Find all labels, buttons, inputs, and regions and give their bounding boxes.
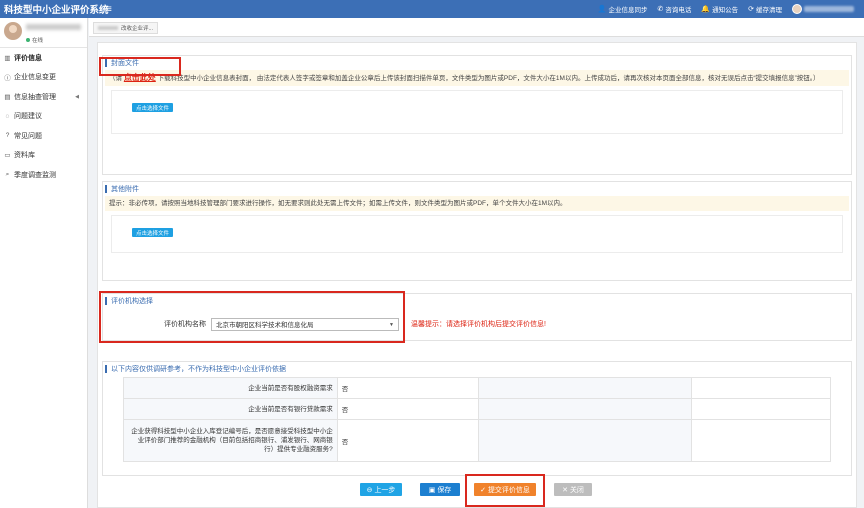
survey-question: 企业获得科技型中小企业入库登记编号后，是否愿意接受科技型中小企业评价部门推荐的金… [123, 419, 338, 462]
sidebar-item-label: 资料库 [14, 152, 35, 160]
clear-cache-button[interactable]: ⟳ 缓存清理 [748, 4, 782, 14]
refresh-icon: ⟳ [748, 6, 754, 13]
sidebar-item-suggestions[interactable]: ◌ 问题建议 [0, 107, 87, 127]
sidebar-item-label: 常见问题 [14, 132, 42, 140]
sidebar-item-label: 信息抽查管理 [14, 93, 56, 101]
sidebar-item-label: 企业信息变更 [14, 74, 56, 82]
info-icon: ⓘ [4, 75, 11, 83]
save-icon: ▣ [428, 486, 436, 494]
highlight-box [99, 291, 405, 343]
cover-upload-area: 点击选择文件 [111, 90, 843, 134]
section-title: 封面文件 [103, 56, 851, 70]
highlight-box [99, 57, 181, 76]
table-cell [477, 398, 693, 420]
user-status-label: 在线 [32, 38, 44, 44]
user-name-redacted [804, 6, 854, 12]
user-menu[interactable] [792, 4, 854, 14]
close-label: 关闭 [569, 486, 584, 494]
notice-label: 通知公告 [712, 7, 739, 14]
sidebar-item-evaluation-info[interactable]: ▥ 评价信息 [0, 48, 87, 68]
user-avatar [4, 22, 22, 40]
user-icon: 👤 [597, 6, 607, 13]
attachments-section: 其他附件 提示：非必传项，请按照当地科技管理部门要求进行操作，如无要求则此处无需… [102, 181, 852, 281]
main-panel: 封面文件 （请 点击此处 下载科技型中小企业信息表封面， 由法定代表人签字或签章… [97, 42, 857, 508]
survey-section: 以下内容仅供调研参考，不作为科技型中小企业评价依据 企业当前是否有股权融资需求 … [102, 361, 852, 476]
close-button[interactable]: ✕ 关闭 [554, 483, 592, 496]
notice-text: （请 [109, 75, 124, 82]
question-icon: ? [5, 132, 10, 140]
survey-answer: 否 [336, 419, 479, 462]
user-name-redacted [26, 24, 81, 30]
folder-icon: ▤ [4, 93, 11, 101]
table-row: 企业获得科技型中小企业入库登记编号后，是否愿意接受科技型中小企业评价部门推荐的金… [123, 419, 831, 462]
sync-company-button[interactable]: 👤 企业信息同步 [598, 4, 648, 14]
prev-step-button[interactable]: ⊖ 上一步 [360, 483, 402, 496]
top-bar: 科技型中小企业评价系统 ≡ 👤 企业信息同步 ✆ 咨询电话 🔔 通知公告 ⟳ 缓… [0, 0, 864, 18]
folder-open-icon: ▭ [4, 152, 11, 160]
attachments-notice: 提示：非必传项，请按照当地科技管理部门要求进行操作，如无要求则此处无需上传文件；… [105, 196, 849, 211]
tab-bar: 改收企业评... [89, 18, 864, 37]
close-icon: ✕ [562, 486, 568, 494]
survey-answer: 否 [336, 377, 479, 399]
avatar [792, 4, 802, 14]
cover-choose-file-button[interactable]: 点击选择文件 [132, 103, 174, 112]
save-button[interactable]: ▣ 保存 [420, 483, 460, 496]
survey-question: 企业当前是否有股权融资需求 [123, 377, 338, 399]
menu-toggle-icon[interactable]: ≡ [106, 4, 112, 15]
table-cell [477, 419, 693, 462]
table-row: 企业当前是否有银行贷款需求 否 [123, 398, 831, 420]
online-dot-icon [26, 38, 30, 42]
tab-label: 改收企业评... [121, 26, 154, 32]
table-cell [691, 419, 831, 462]
phone-icon: ✆ [657, 6, 664, 13]
bell-icon: 🔔 [701, 6, 711, 13]
chevron-left-icon: ◀ [75, 93, 79, 100]
table-cell [691, 377, 831, 399]
tab-evaluation[interactable]: 改收企业评... [93, 22, 159, 34]
hotline-button[interactable]: ✆ 咨询电话 [658, 4, 692, 14]
tab-label-redacted [98, 26, 118, 30]
org-warning: 温馨提示：请选择评价机构后提交评价信息! [411, 321, 546, 328]
user-panel: 在线 [0, 18, 87, 48]
save-label: 保存 [437, 486, 452, 494]
sidebar-item-company-change[interactable]: ⓘ 企业信息变更 [0, 68, 87, 88]
sync-company-label: 企业信息同步 [608, 7, 648, 14]
attachments-upload-area: 点击选择文件 [111, 215, 843, 253]
notice-text: 下载科技型中小企业信息表封面， 由法定代表人签字或签章和加盖企业公章后上传该封面… [155, 75, 820, 82]
chart-icon: ▥ [4, 54, 11, 62]
survey-answer: 否 [336, 398, 479, 420]
prev-step-label: 上一步 [374, 486, 396, 494]
sidebar-item-label: 评价信息 [14, 54, 42, 62]
search-icon: ⌕ [5, 170, 10, 178]
cover-notice: （请 点击此处 下载科技型中小企业信息表封面， 由法定代表人签字或签章和加盖企业… [105, 70, 849, 86]
table-row: 企业当前是否有股权融资需求 否 [123, 377, 831, 399]
user-status: 在线 [26, 36, 43, 44]
clear-cache-label: 缓存清理 [756, 7, 782, 14]
sidebar-item-label: 问题建议 [14, 113, 42, 121]
sidebar-item-library[interactable]: ▭ 资料库 [0, 146, 87, 166]
sidebar-item-label: 季度调查监测 [14, 171, 56, 179]
table-cell [477, 377, 693, 399]
sidebar-item-spot-check[interactable]: ▤ 信息抽查管理 ◀ [0, 87, 87, 107]
survey-table: 企业当前是否有股权融资需求 否 企业当前是否有银行贷款需求 否 企业获得科技型中… [123, 377, 831, 462]
hotline-label: 咨询电话 [665, 7, 692, 14]
arrow-left-icon: ⊖ [366, 486, 373, 494]
highlight-box [465, 474, 545, 507]
notice-button[interactable]: 🔔 通知公告 [701, 4, 738, 14]
sidebar-item-faq[interactable]: ? 常见问题 [0, 126, 87, 146]
app-title: 科技型中小企业评价系统 [4, 5, 109, 16]
comment-icon: ◌ [5, 112, 10, 120]
sidebar-item-quarterly-survey[interactable]: ⌕ 季度调查监测 [0, 165, 87, 185]
top-actions: 👤 企业信息同步 ✆ 咨询电话 🔔 通知公告 ⟳ 缓存清理 [598, 0, 854, 18]
sidebar: 在线 ▥ 评价信息 ⓘ 企业信息变更 ▤ 信息抽查管理 ◀ ◌ 问题建议 ? 常… [0, 18, 88, 508]
section-title: 其他附件 [103, 182, 851, 196]
survey-question: 企业当前是否有银行贷款需求 [123, 398, 338, 420]
cover-section: 封面文件 （请 点击此处 下载科技型中小企业信息表封面， 由法定代表人签字或签章… [102, 55, 852, 175]
section-title: 以下内容仅供调研参考，不作为科技型中小企业评价依据 [103, 362, 851, 376]
table-cell [691, 398, 831, 420]
attachments-choose-file-button[interactable]: 点击选择文件 [132, 228, 174, 237]
